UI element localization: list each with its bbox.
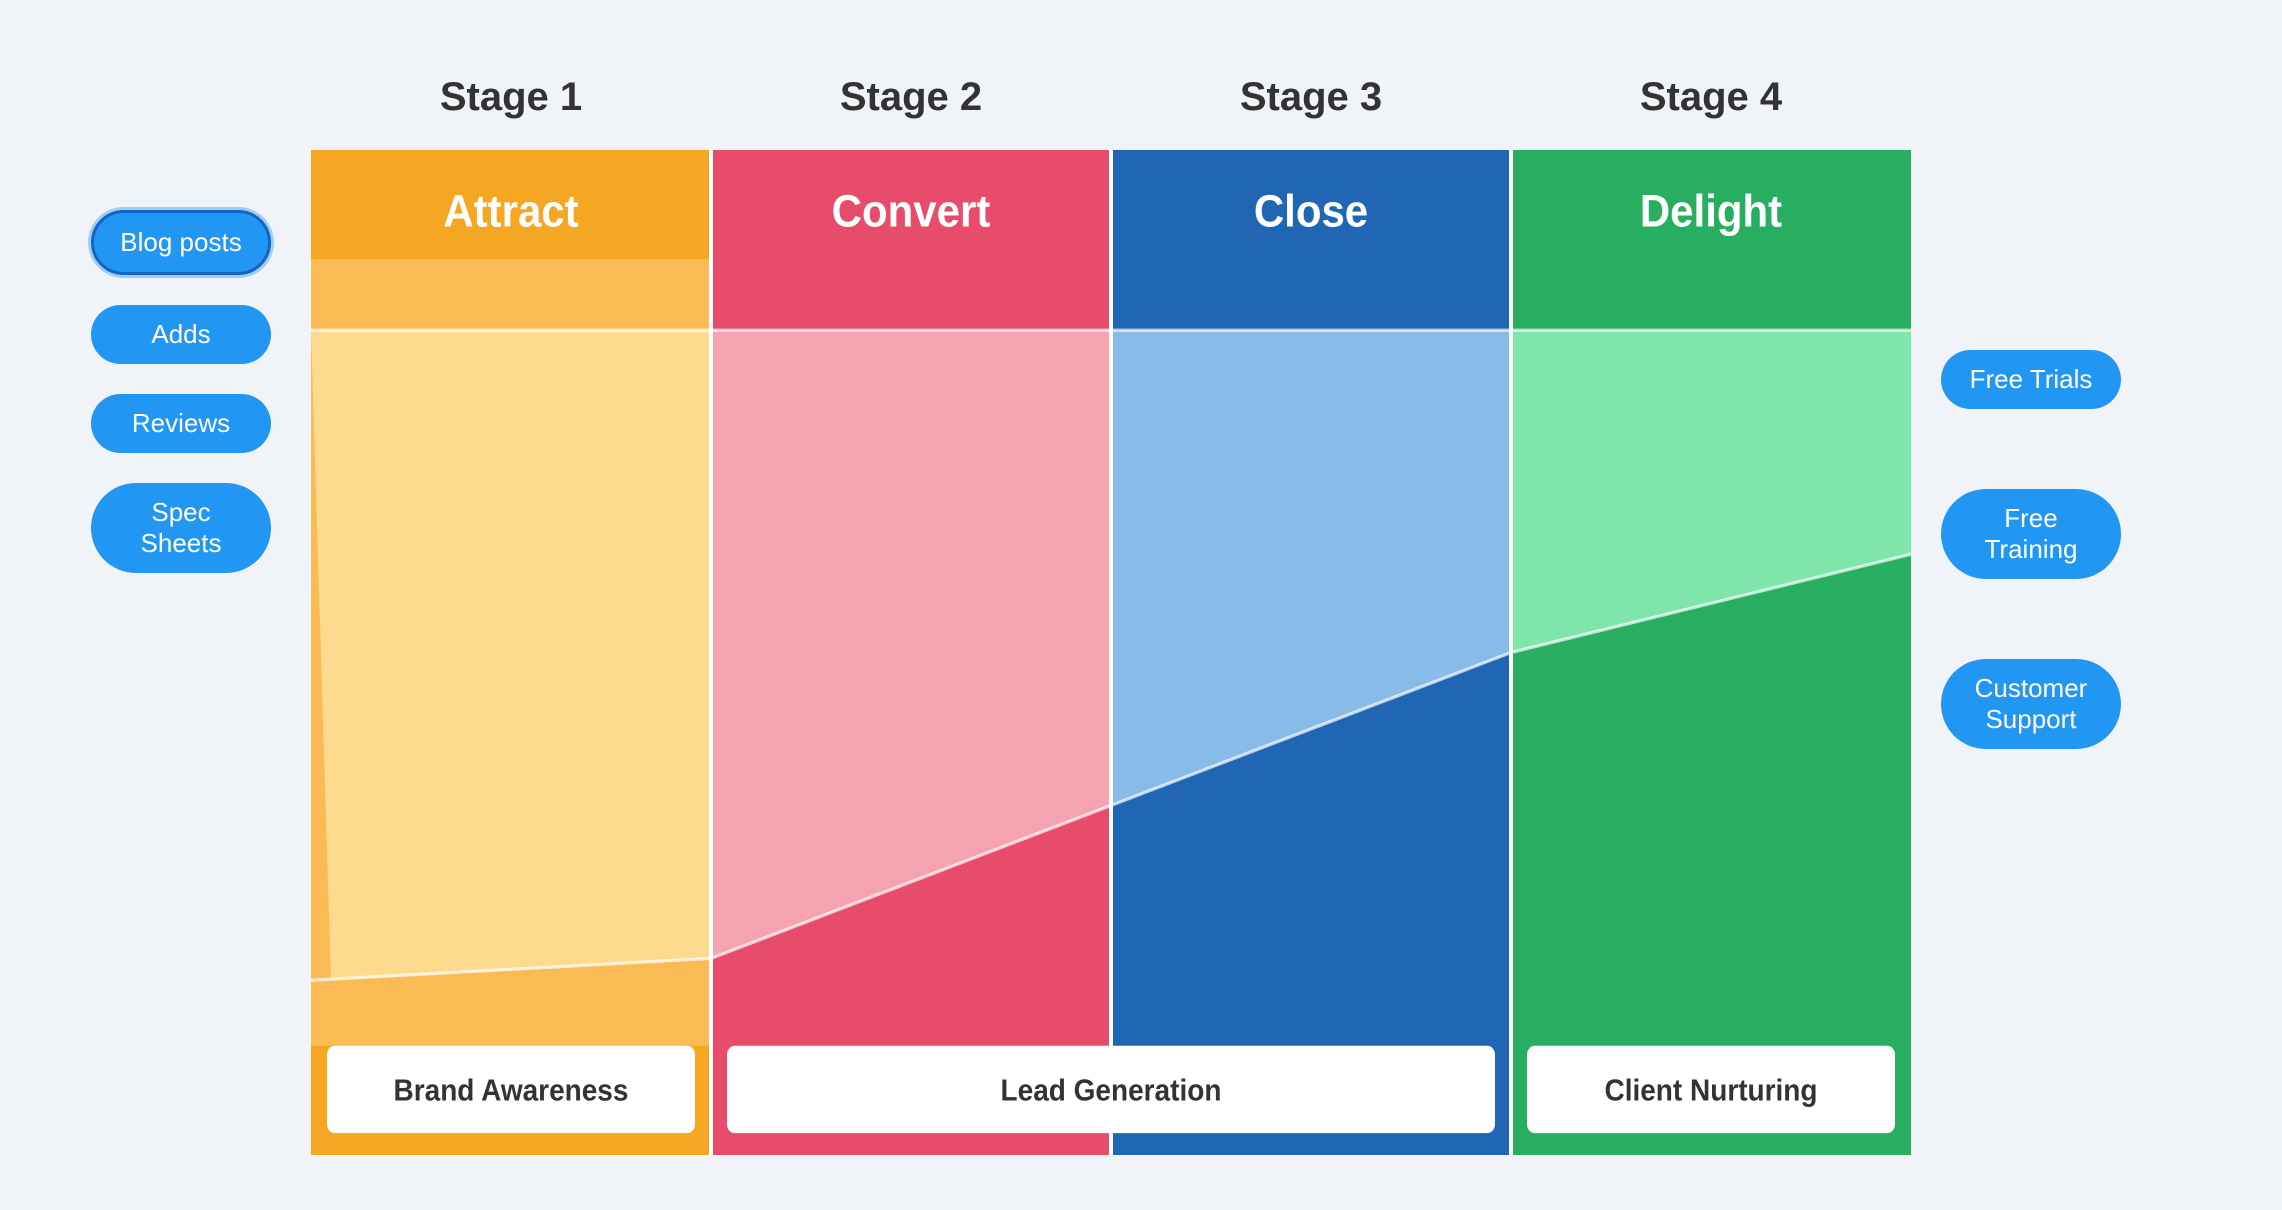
- free-trials-button[interactable]: Free Trials: [1941, 350, 2121, 409]
- adds-button[interactable]: Adds: [91, 305, 271, 364]
- stage-3-header: Stage 3: [1111, 55, 1511, 140]
- spec-sheets-button[interactable]: Spec Sheets: [91, 483, 271, 573]
- svg-text:Lead Generation: Lead Generation: [1001, 1073, 1222, 1107]
- stage-1-header: Stage 1: [311, 55, 711, 140]
- svg-text:Client Nurturing: Client Nurturing: [1604, 1073, 1817, 1107]
- svg-text:Close: Close: [1254, 186, 1368, 237]
- stage-headers: Stage 1 Stage 2 Stage 3 Stage 4: [311, 55, 1911, 140]
- blog-posts-button[interactable]: Blog posts: [91, 210, 271, 275]
- main-container: Stage 1 Stage 2 Stage 3 Stage 4 Blog pos…: [91, 55, 2191, 1155]
- free-training-button[interactable]: Free Training: [1941, 489, 2121, 579]
- stage-4-header: Stage 4: [1511, 55, 1911, 140]
- svg-text:Delight: Delight: [1640, 186, 1783, 237]
- funnel-svg: Attract Convert Close Delight Brand Awar…: [311, 150, 1911, 1155]
- funnel-chart: Attract Convert Close Delight Brand Awar…: [311, 150, 1911, 1155]
- svg-text:Convert: Convert: [832, 186, 991, 237]
- customer-support-button[interactable]: Customer Support: [1941, 659, 2121, 749]
- svg-text:Attract: Attract: [443, 186, 579, 237]
- stage-2-header: Stage 2: [711, 55, 1111, 140]
- right-sidebar: Free Trials Free Training Customer Suppo…: [1911, 150, 2191, 1155]
- reviews-button[interactable]: Reviews: [91, 394, 271, 453]
- content-area: Blog posts Adds Reviews Spec Sheets: [91, 150, 2191, 1155]
- left-sidebar: Blog posts Adds Reviews Spec Sheets: [91, 150, 311, 1155]
- svg-text:Brand Awareness: Brand Awareness: [394, 1073, 629, 1107]
